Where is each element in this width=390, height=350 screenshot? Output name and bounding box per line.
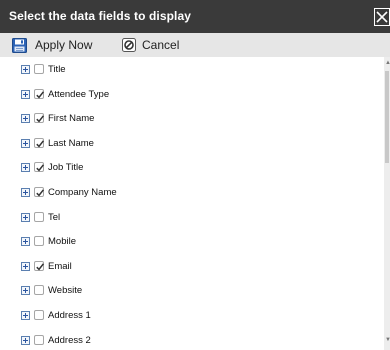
scroll-down-arrow-icon[interactable]: ▼ <box>385 337 390 343</box>
select-fields-dialog: Select the data fields to display Apply … <box>0 0 390 350</box>
dialog-toolbar: Apply Now Cancel <box>0 33 390 57</box>
checkmark-icon <box>36 189 44 197</box>
checkmark-icon <box>36 90 44 99</box>
expand-plus-icon[interactable] <box>21 89 30 99</box>
field-label: Tel <box>48 211 61 223</box>
cancel-icon <box>122 38 136 52</box>
field-checkbox[interactable] <box>34 310 44 320</box>
dialog-titlebar: Select the data fields to display <box>0 0 390 33</box>
checkmark-icon <box>36 140 44 148</box>
field-label: Last Name <box>48 137 94 149</box>
field-label: Company Name <box>48 187 117 198</box>
expand-plus-icon[interactable] <box>21 138 30 148</box>
close-icon <box>376 11 388 23</box>
expand-plus-icon[interactable] <box>21 237 30 247</box>
field-list: Title Attendee Type First Name Last Name Job… <box>0 57 384 350</box>
expand-plus-icon[interactable] <box>21 335 30 345</box>
field-label: Address 2 <box>48 334 91 346</box>
field-checkbox[interactable] <box>34 236 44 247</box>
field-row: Tel <box>0 210 370 228</box>
field-checkbox[interactable] <box>34 162 44 173</box>
field-label: First Name <box>48 113 95 125</box>
close-button[interactable] <box>374 8 390 26</box>
checkmark-icon <box>36 263 44 271</box>
expand-plus-icon[interactable] <box>21 311 30 320</box>
field-label: Website <box>48 285 83 297</box>
save-disk-icon <box>12 38 27 53</box>
field-row: Company Name <box>0 185 370 203</box>
field-label: Job Title <box>48 162 84 174</box>
expand-plus-icon[interactable] <box>21 65 30 74</box>
checkmark-icon <box>36 115 44 123</box>
field-row: Last Name <box>0 136 370 154</box>
field-checkbox[interactable] <box>34 64 44 74</box>
field-checkbox[interactable] <box>34 113 44 124</box>
field-row: Attendee Type <box>0 87 370 105</box>
expand-plus-icon[interactable] <box>21 286 30 296</box>
expand-plus-icon[interactable] <box>21 261 30 271</box>
field-label: Address 1 <box>48 310 91 321</box>
field-checkbox[interactable] <box>34 137 44 148</box>
field-checkbox[interactable] <box>34 211 44 222</box>
field-checkbox[interactable] <box>34 334 44 345</box>
field-row: Mobile <box>0 234 370 252</box>
field-checkbox[interactable] <box>34 187 44 197</box>
expand-plus-icon[interactable] <box>21 114 30 124</box>
field-row: Website <box>0 283 370 301</box>
dialog-title: Select the data fields to display <box>9 9 192 23</box>
field-row: First Name <box>0 111 370 129</box>
field-row: Job Title <box>0 160 370 178</box>
apply-now-button[interactable]: Apply Now <box>12 33 112 57</box>
field-row: Title <box>0 62 370 80</box>
field-row: Address 2 <box>0 333 370 350</box>
apply-now-label: Apply Now <box>35 38 93 52</box>
expand-plus-icon[interactable] <box>21 163 30 173</box>
field-row: Address 1 <box>0 308 370 326</box>
field-row: Email <box>0 259 370 277</box>
scroll-thumb[interactable] <box>385 71 389 163</box>
field-label: Title <box>48 64 66 75</box>
scroll-up-arrow-icon[interactable]: ▲ <box>385 60 390 66</box>
field-label: Mobile <box>48 236 76 248</box>
cancel-button[interactable]: Cancel <box>122 33 192 57</box>
field-checkbox[interactable] <box>34 88 44 99</box>
field-label: Email <box>48 260 72 272</box>
field-checkbox[interactable] <box>34 260 44 271</box>
expand-plus-icon[interactable] <box>21 212 30 222</box>
checkmark-icon <box>36 164 44 172</box>
cancel-label: Cancel <box>142 38 180 52</box>
vertical-scrollbar[interactable]: ▲ ▼ <box>384 57 390 350</box>
field-checkbox[interactable] <box>34 285 44 296</box>
field-label: Attendee Type <box>48 88 110 100</box>
expand-plus-icon[interactable] <box>21 188 30 197</box>
